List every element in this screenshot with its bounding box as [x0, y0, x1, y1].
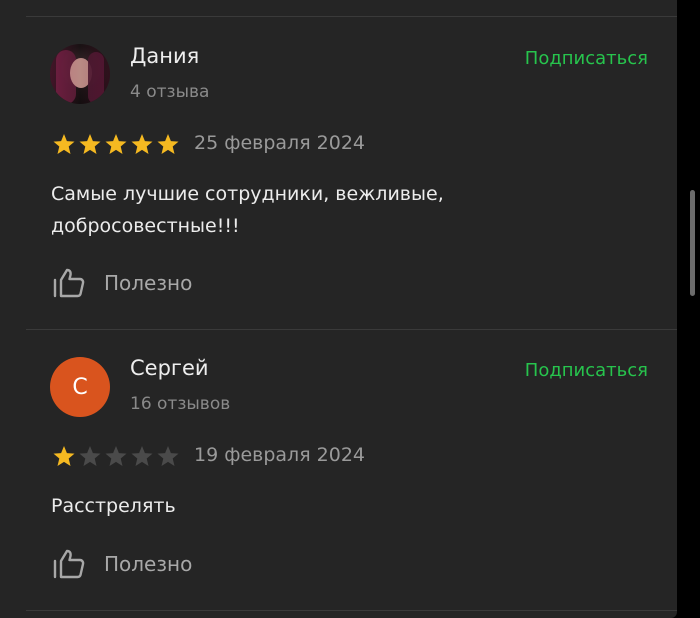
review-text-line: Самые лучшие сотрудники, вежливые,: [51, 183, 444, 205]
star-empty-icon: [131, 446, 153, 466]
useful-button[interactable]: Полезно: [52, 268, 192, 298]
rating-stars: [52, 445, 180, 467]
avatar[interactable]: С: [50, 357, 110, 417]
reviews-count: 4 отзыва: [130, 82, 210, 102]
review-text-line: Расстрелять: [51, 495, 176, 517]
author-name[interactable]: Сергей: [130, 356, 209, 380]
useful-label: Полезно: [104, 271, 193, 295]
review-text: Расстрелять: [51, 490, 611, 522]
star-filled-icon: [79, 134, 101, 154]
scrollbar[interactable]: [690, 190, 695, 296]
star-filled-icon: [157, 134, 179, 154]
divider: [26, 610, 677, 611]
useful-button[interactable]: Полезно: [52, 549, 192, 579]
review-text: Самые лучшие сотрудники, вежливые, добро…: [51, 178, 611, 242]
useful-label: Полезно: [104, 552, 193, 576]
star-filled-icon: [53, 134, 75, 154]
star-filled-icon: [53, 446, 75, 466]
rating-stars: [52, 133, 180, 155]
subscribe-button[interactable]: Подписаться: [525, 360, 648, 381]
star-empty-icon: [79, 446, 101, 466]
review-date: 19 февраля 2024: [194, 444, 366, 466]
thumbs-up-icon: [53, 268, 85, 298]
review-text-line: добросовестные!!!: [51, 215, 240, 237]
star-empty-icon: [157, 446, 179, 466]
star-empty-icon: [105, 446, 127, 466]
divider: [26, 16, 677, 17]
star-filled-icon: [105, 134, 127, 154]
thumbs-up-icon: [53, 549, 85, 579]
avatar[interactable]: [50, 44, 110, 104]
author-name[interactable]: Дания: [130, 44, 199, 68]
reviews-count: 16 отзывов: [130, 394, 231, 414]
review-date: 25 февраля 2024: [194, 132, 366, 154]
reviews-panel: Дания 4 отзыва Подписаться 25 февраля 20…: [0, 0, 677, 618]
subscribe-button[interactable]: Подписаться: [525, 48, 648, 69]
star-filled-icon: [131, 134, 153, 154]
divider: [26, 329, 677, 330]
